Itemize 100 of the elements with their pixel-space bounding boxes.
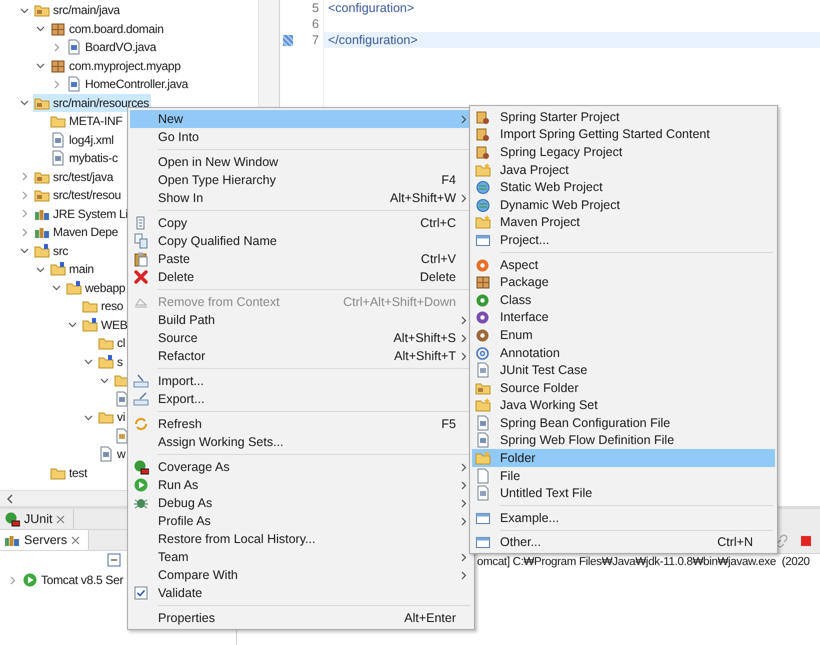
menu-item[interactable]: Debug As <box>130 494 472 512</box>
menu-item[interactable]: Copy Qualified Name <box>130 232 472 250</box>
menu-item[interactable]: Enum <box>472 326 775 344</box>
tree-item[interactable]: cl <box>97 334 128 352</box>
tree-item[interactable]: JRE System Li <box>33 204 130 223</box>
menu-item[interactable]: Spring Legacy Project <box>472 143 775 161</box>
tree-item[interactable]: src/test/resou <box>33 186 123 204</box>
tree-item[interactable]: s <box>97 352 125 371</box>
chevron-down-icon[interactable] <box>100 376 109 385</box>
menu-item[interactable]: Spring Web Flow Definition File <box>472 432 775 450</box>
chevron-down-icon[interactable] <box>84 412 93 422</box>
menu-item[interactable]: Java Working Set <box>472 396 775 414</box>
chevron-down-icon[interactable] <box>52 283 61 292</box>
chevron-right-icon[interactable] <box>52 80 61 89</box>
menu-item[interactable]: Properties Alt+Enter <box>130 609 472 627</box>
menu-item[interactable]: Static Web Project <box>472 178 775 196</box>
menu-item[interactable]: Run As <box>130 476 472 494</box>
menu-item[interactable]: Class <box>472 290 775 309</box>
chevron-down-icon[interactable] <box>36 24 45 34</box>
menu-item[interactable]: New <box>130 110 472 128</box>
chevron-down-icon[interactable] <box>84 357 93 366</box>
chevron-down-icon[interactable] <box>36 264 45 274</box>
menu-item[interactable]: File <box>472 466 775 484</box>
menu-item[interactable]: Annotation <box>472 344 775 362</box>
menu-item[interactable]: Example... <box>472 509 775 527</box>
chevron-down-icon[interactable] <box>20 246 29 256</box>
chevron-down-icon[interactable] <box>36 61 45 70</box>
project-icon <box>475 126 491 142</box>
chevron-right-icon[interactable] <box>52 42 61 52</box>
menu-item[interactable]: Copy Ctrl+C <box>130 214 472 232</box>
chevron-down-icon[interactable] <box>68 320 77 330</box>
tree-item[interactable]: w <box>97 445 128 464</box>
menu-item[interactable]: Delete Delete <box>130 268 472 286</box>
checkbox-icon <box>133 585 149 601</box>
tree-item[interactable]: vi <box>97 408 128 426</box>
tree-item[interactable]: src/main/java <box>33 1 122 20</box>
server-item[interactable]: Tomcat v8.5 Ser <box>21 571 126 590</box>
tree-item[interactable]: test <box>49 464 90 482</box>
menu-item[interactable]: Aspect <box>472 256 775 274</box>
tree-item[interactable]: HomeController.java <box>65 75 190 94</box>
menu-item[interactable]: Team <box>130 548 472 566</box>
menu-item[interactable]: Folder <box>472 449 775 467</box>
chevron-right-icon[interactable] <box>20 228 29 237</box>
menu-item[interactable]: Restore from Local History... <box>130 530 472 548</box>
menu-item[interactable]: Java Project <box>472 160 775 178</box>
tree-item[interactable]: log4j.xml <box>49 130 116 149</box>
tree-item[interactable]: webapp <box>65 278 128 297</box>
menu-item[interactable]: Paste Ctrl+V <box>130 250 472 268</box>
chevron-right-icon[interactable] <box>20 172 29 182</box>
tree-item[interactable]: META-INF <box>49 112 124 130</box>
view-tab[interactable]: JUnit <box>0 509 74 529</box>
menu-item[interactable]: Project... <box>472 231 775 249</box>
menu-item[interactable]: Untitled Text File <box>472 484 775 502</box>
tree-item[interactable]: mybatis-c <box>49 149 120 168</box>
tree-item[interactable]: com.myproject.myapp <box>49 56 183 75</box>
chevron-right-icon[interactable] <box>20 209 29 218</box>
menu-item[interactable]: JUnit Test Case <box>472 361 775 379</box>
stop-icon[interactable] <box>798 533 814 549</box>
tree-item[interactable]: src/main/resources <box>33 94 151 112</box>
tree-item[interactable]: Maven Depe <box>33 223 120 242</box>
menu-item[interactable]: Source Alt+Shift+S <box>130 329 472 347</box>
chevron-left-icon[interactable] <box>6 494 14 504</box>
tree-item[interactable]: main <box>49 260 96 278</box>
menu-item[interactable]: Open in New Window <box>130 153 472 171</box>
menu-item[interactable]: Coverage As <box>130 458 472 476</box>
tree-item[interactable]: src <box>33 242 70 260</box>
menu-item[interactable]: Go Into <box>130 128 472 146</box>
menu-item[interactable]: Source Folder <box>472 378 775 396</box>
menu-item[interactable]: Profile As <box>130 512 472 530</box>
menu-item[interactable]: Import... <box>130 372 472 390</box>
tree-item[interactable]: com.board.domain <box>49 20 166 38</box>
menu-item[interactable]: Package <box>472 273 775 291</box>
tree-item[interactable]: src/test/java <box>33 168 116 186</box>
menu-item[interactable]: Maven Project <box>472 214 775 232</box>
tree-item[interactable]: reso <box>81 297 126 316</box>
menu-item[interactable]: Other... Ctrl+N <box>472 534 775 552</box>
menu-item[interactable]: Import Spring Getting Started Content <box>472 126 775 144</box>
menu-item[interactable]: Spring Bean Configuration File <box>472 414 775 432</box>
chevron-right-icon[interactable] <box>8 576 17 585</box>
chevron-down-icon[interactable] <box>20 6 29 15</box>
menu-item[interactable]: Build Path <box>130 311 472 329</box>
menu-item[interactable]: Compare With <box>130 566 472 584</box>
view-tab[interactable]: Servers <box>0 530 90 550</box>
chevron-right-icon[interactable] <box>20 190 29 200</box>
tree-item[interactable]: WEB <box>81 316 130 334</box>
chevron-down-icon[interactable] <box>20 98 29 108</box>
menu-item[interactable]: Validate <box>130 584 472 602</box>
close-icon[interactable] <box>71 536 80 544</box>
tree-item[interactable]: BoardVO.java <box>65 38 158 56</box>
menu-item[interactable]: Refresh F5 <box>130 415 472 433</box>
collapse-all-icon[interactable] <box>106 552 122 568</box>
close-icon[interactable] <box>56 514 66 524</box>
menu-item[interactable]: Assign Working Sets... <box>130 433 472 451</box>
menu-item[interactable]: Export... <box>130 390 472 408</box>
menu-item[interactable]: Refactor Alt+Shift+T <box>130 347 472 365</box>
menu-item[interactable]: Show In Alt+Shift+W <box>130 189 472 207</box>
menu-item[interactable]: Dynamic Web Project <box>472 196 775 214</box>
menu-item[interactable]: Open Type Hierarchy F4 <box>130 171 472 189</box>
menu-item[interactable]: Interface <box>472 308 775 326</box>
menu-item[interactable]: Spring Starter Project <box>472 108 775 126</box>
